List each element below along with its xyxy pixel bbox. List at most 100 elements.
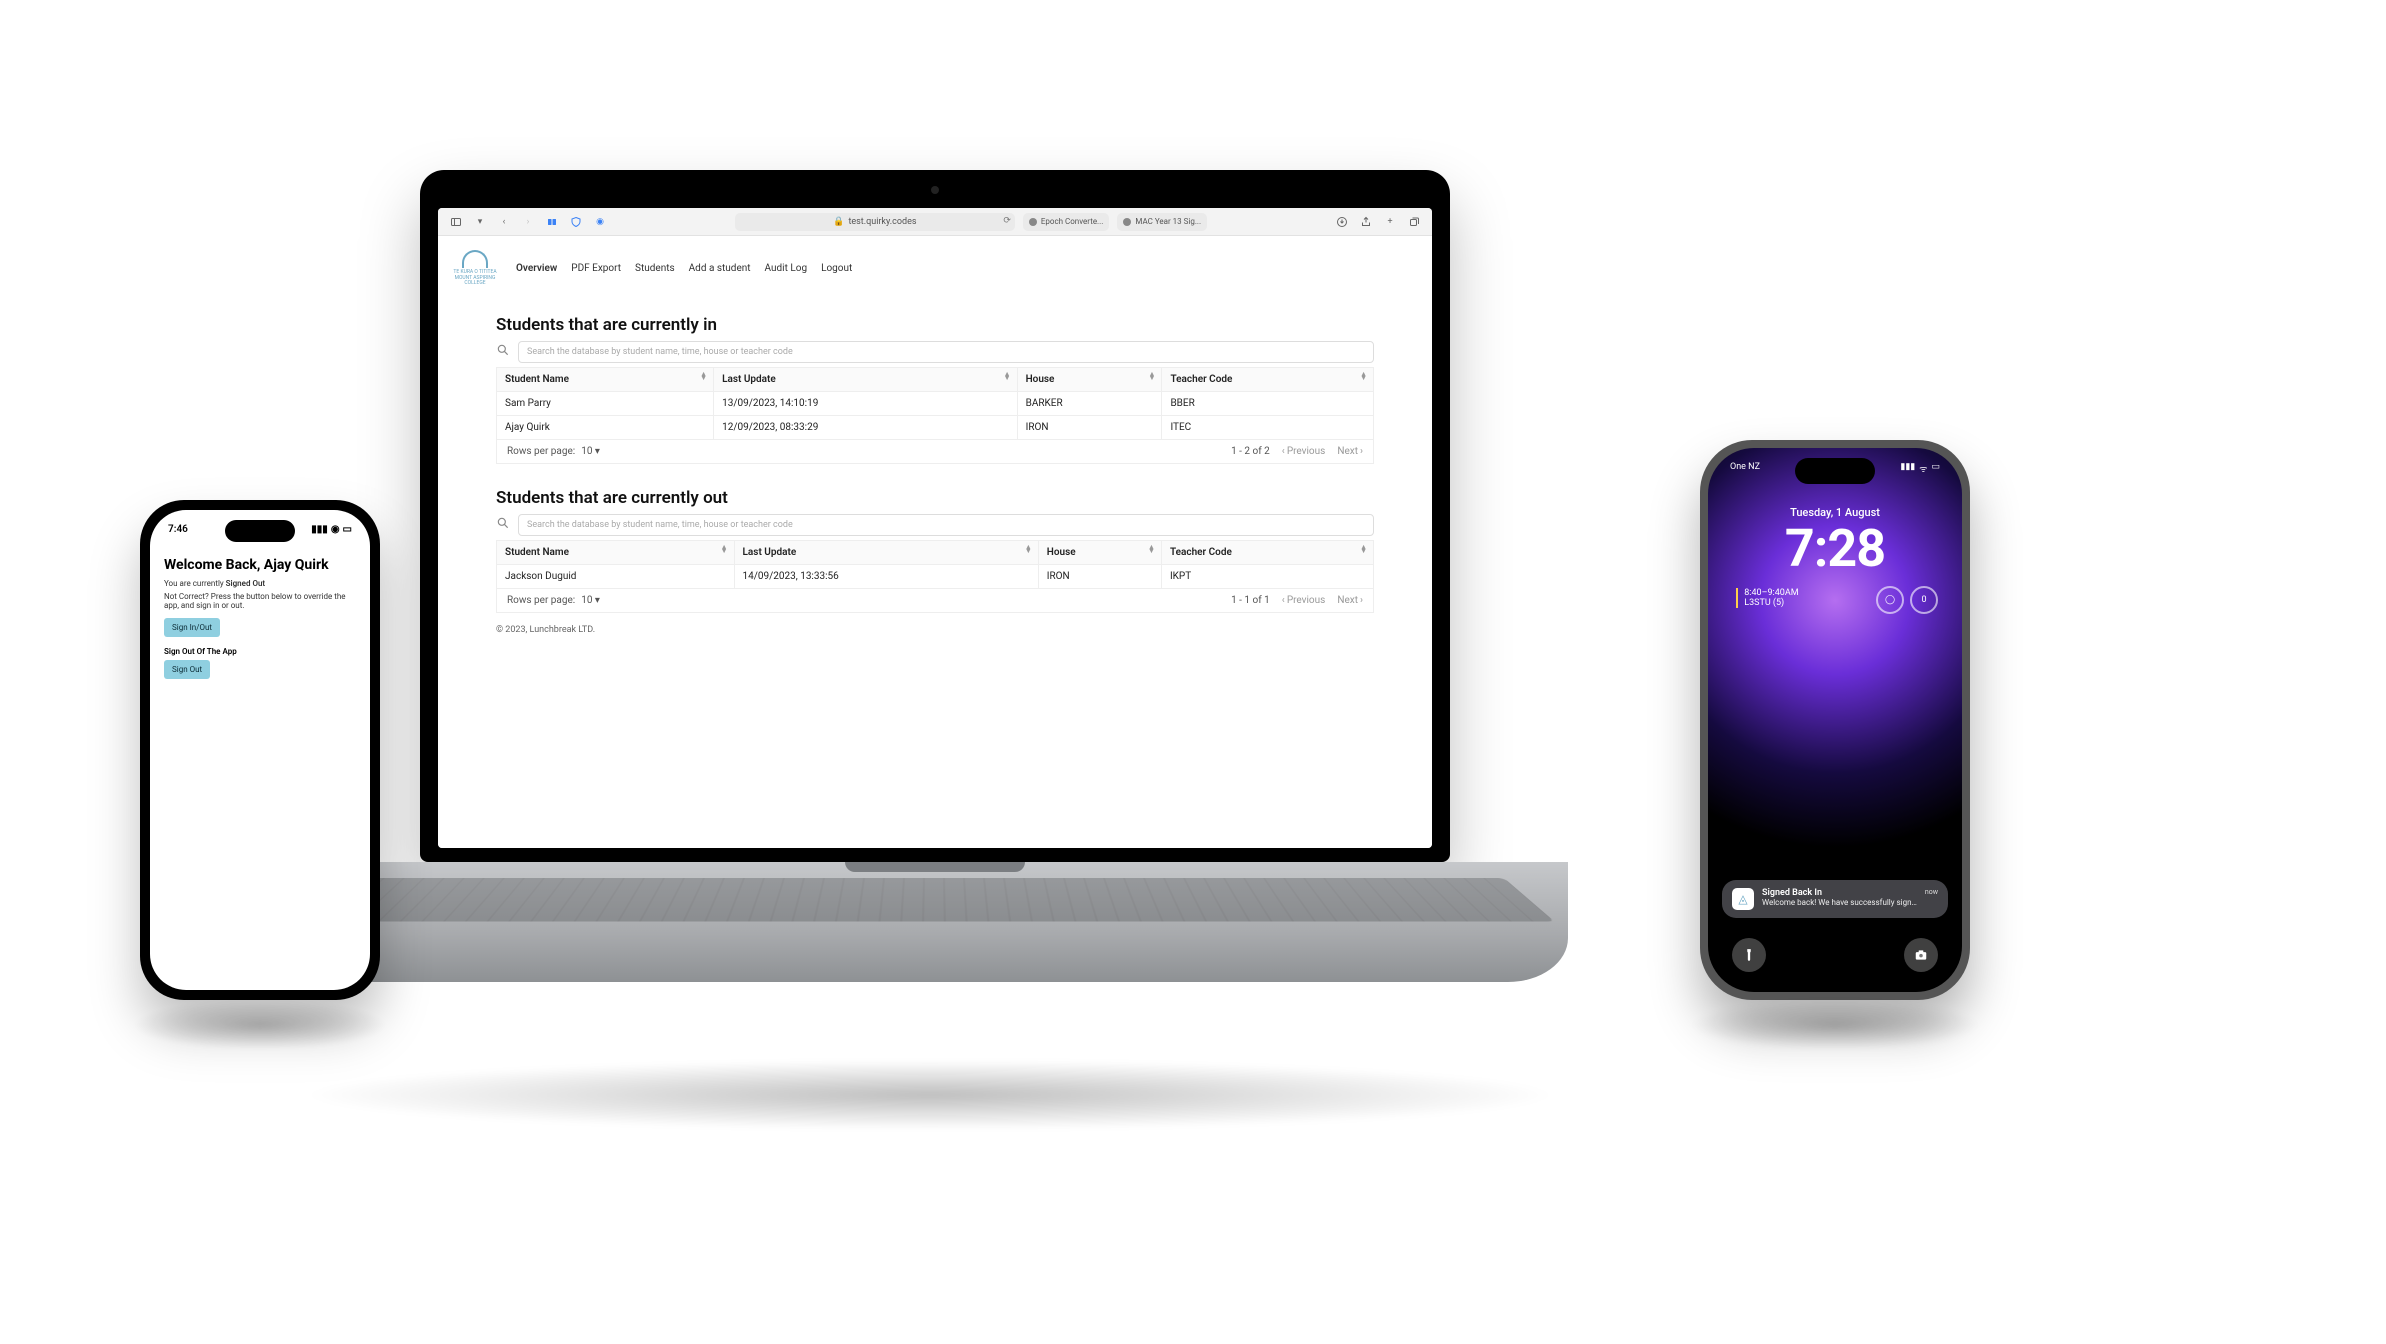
search-placeholder: Search the database by student name, tim… [527, 347, 793, 357]
nav-logout[interactable]: Logout [821, 263, 852, 274]
sign-in-out-button[interactable]: Sign In/Out [164, 618, 220, 637]
cell-name: Sam Parry [497, 391, 714, 415]
col-teacher-code[interactable]: Teacher Code▲▼ [1161, 540, 1373, 564]
shadow [300, 1060, 1560, 1130]
notification-card[interactable]: ◬ Signed Back In Welcome back! We have s… [1722, 880, 1948, 918]
phone-left-screen: 7:46 ▮▮▮ ◉ ▭ Welcome Back, Ajay Quirk Yo… [150, 510, 370, 990]
rows-per-page-select[interactable]: 10 ▾ [581, 595, 600, 606]
nav-audit-log[interactable]: Audit Log [765, 263, 808, 274]
safari-toolbar: ▾ ‹ › ◉ 🔒 test.quirky.codes ⟳ Epoch Conv… [438, 208, 1432, 236]
browser-tab-mac[interactable]: MAC Year 13 Sig... [1117, 213, 1207, 231]
chevron-down-icon[interactable]: ▾ [472, 214, 488, 230]
cell-teacher: ITEC [1162, 415, 1374, 439]
tab-label: MAC Year 13 Sig... [1135, 217, 1201, 226]
table-row[interactable]: Sam Parry 13/09/2023, 14:10:19 BARKER BB… [497, 391, 1374, 415]
download-icon[interactable] [1334, 214, 1350, 230]
table-footer-out: Rows per page: 10 ▾ 1 - 1 of 1 ‹ Previou… [496, 589, 1374, 613]
sort-icon: ▲▼ [1360, 545, 1367, 555]
col-house[interactable]: House▲▼ [1017, 367, 1162, 391]
col-house[interactable]: House▲▼ [1038, 540, 1161, 564]
countdown-widget[interactable]: 0 [1910, 586, 1938, 614]
calendar-widget[interactable]: 8:40–9:40AM L3STU (5) [1736, 588, 1799, 608]
laptop-keyboard [314, 878, 1555, 922]
signal-icon: ▮▮▮ [311, 524, 328, 535]
lock-icon: 🔒 [833, 217, 844, 227]
tabs-overview-icon[interactable] [1406, 214, 1422, 230]
url-text: test.quirky.codes [848, 217, 916, 227]
refresh-icon[interactable]: ⟳ [1003, 216, 1011, 226]
signal-icon: ▮▮▮ [1900, 462, 1915, 475]
tab-group-icon[interactable] [544, 214, 560, 230]
laptop-hinge [845, 862, 1025, 872]
shield-icon[interactable] [568, 214, 584, 230]
search-placeholder: Search the database by student name, tim… [527, 520, 793, 530]
sort-icon: ▲▼ [1360, 372, 1367, 382]
cell-house: IRON [1017, 415, 1162, 439]
dynamic-island-icon [225, 520, 295, 542]
battery-icon: ▭ [343, 524, 352, 535]
sort-icon: ▲▼ [721, 545, 728, 555]
logo-mark-icon [462, 250, 488, 268]
rows-per-page-select[interactable]: 10 ▾ [581, 446, 600, 457]
sign-out-button[interactable]: Sign Out [164, 660, 210, 679]
cell-teacher: IKPT [1161, 564, 1373, 588]
url-field[interactable]: 🔒 test.quirky.codes ⟳ [735, 213, 1015, 231]
nav-add-student[interactable]: Add a student [689, 263, 751, 274]
tab-label: Epoch Converte... [1041, 217, 1104, 226]
nav-pdf-export[interactable]: PDF Export [571, 263, 621, 274]
section-in-title: Students that are currently in [496, 315, 1374, 335]
col-teacher-code[interactable]: Teacher Code▲▼ [1162, 367, 1374, 391]
carrier-label: One NZ [1730, 462, 1760, 475]
back-icon[interactable]: ‹ [496, 214, 512, 230]
col-last-update[interactable]: Last Update▲▼ [734, 540, 1038, 564]
table-row[interactable]: Ajay Quirk 12/09/2023, 08:33:29 IRON ITE… [497, 415, 1374, 439]
lock-widgets-right: ◯ 0 [1876, 586, 1938, 614]
notification-app-icon: ◬ [1732, 888, 1754, 910]
laptop-camera-icon [931, 186, 939, 194]
search-input-in[interactable]: Search the database by student name, tim… [518, 341, 1374, 363]
share-icon[interactable] [1358, 214, 1374, 230]
col-student-name[interactable]: Student Name▲▼ [497, 540, 735, 564]
nav-students[interactable]: Students [635, 263, 675, 274]
flashlight-button[interactable] [1732, 938, 1766, 972]
sort-icon: ▲▼ [1025, 545, 1032, 555]
search-icon [496, 515, 510, 534]
next-button[interactable]: Next › [1337, 595, 1363, 606]
table-row[interactable]: Jackson Duguid 14/09/2023, 13:33:56 IRON… [497, 564, 1374, 588]
rows-per-page-label: Rows per page: [507, 595, 575, 606]
new-tab-icon[interactable]: + [1382, 214, 1398, 230]
calendar-bar-icon [1736, 588, 1738, 608]
shadow [1690, 1000, 1980, 1050]
sort-icon: ▲▼ [700, 372, 707, 382]
table-out: Student Name▲▼ Last Update▲▼ House▲▼ Tea… [496, 540, 1374, 589]
col-student-name[interactable]: Student Name▲▼ [497, 367, 714, 391]
status-time: 7:46 [168, 524, 188, 535]
cell-teacher: BBER [1162, 391, 1374, 415]
notification-body: Welcome back! We have successfully signe… [1762, 898, 1917, 907]
shadow [130, 1000, 390, 1050]
search-input-out[interactable]: Search the database by student name, tim… [518, 514, 1374, 536]
previous-button[interactable]: ‹ Previous [1282, 446, 1326, 457]
camera-button[interactable] [1904, 938, 1938, 972]
school-logo: TE KURA O TITITEA MOUNT ASPIRING COLLEGE [448, 250, 502, 287]
sort-icon: ▲▼ [1004, 372, 1011, 382]
cell-last: 13/09/2023, 14:10:19 [714, 391, 1018, 415]
cell-house: BARKER [1017, 391, 1162, 415]
browser-tab-epoch[interactable]: Epoch Converte... [1023, 213, 1110, 231]
sidebar-icon[interactable] [448, 214, 464, 230]
activity-ring-widget[interactable]: ◯ [1876, 586, 1904, 614]
previous-button[interactable]: ‹ Previous [1282, 595, 1326, 606]
phone-right-device: One NZ ▮▮▮ ᯤ ▭ Tuesday, 1 August 7:28 8:… [1700, 440, 1970, 1000]
sort-icon: ▲▼ [1149, 372, 1156, 382]
next-button[interactable]: Next › [1337, 446, 1363, 457]
extension-icon[interactable]: ◉ [592, 214, 608, 230]
table-header-row: Student Name▲▼ Last Update▲▼ House▲▼ Tea… [497, 367, 1374, 391]
status-line: You are currently Signed Out [164, 579, 356, 588]
phone-left-device: 7:46 ▮▮▮ ◉ ▭ Welcome Back, Ajay Quirk Yo… [140, 500, 380, 1000]
cell-last: 14/09/2023, 13:33:56 [734, 564, 1038, 588]
nav-overview[interactable]: Overview [516, 263, 557, 274]
page-range: 1 - 1 of 1 [1231, 595, 1270, 606]
cell-name: Ajay Quirk [497, 415, 714, 439]
col-last-update[interactable]: Last Update▲▼ [714, 367, 1018, 391]
forward-icon[interactable]: › [520, 214, 536, 230]
